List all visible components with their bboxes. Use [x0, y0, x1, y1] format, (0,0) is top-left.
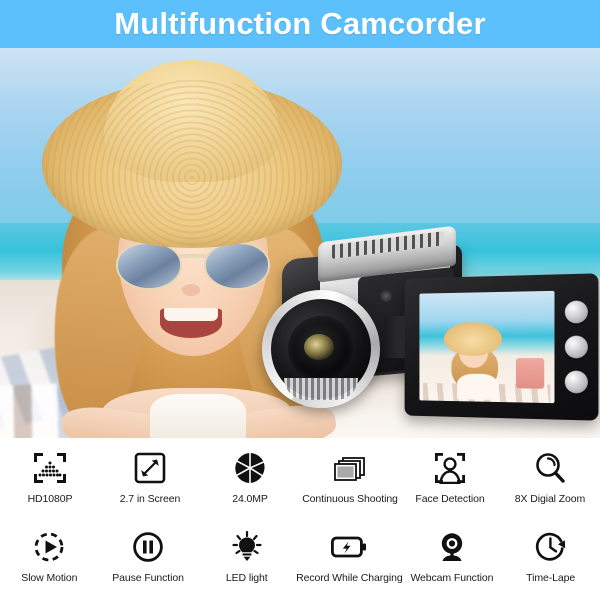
feature-slow-motion: Slow Motion: [0, 519, 99, 599]
white-top: [150, 394, 246, 438]
feature-led-light: LED light: [197, 519, 296, 599]
feature-continuous-shooting: Continuous Shooting: [300, 438, 400, 519]
sunglasses-right-lens: [204, 242, 270, 290]
lcd-display-image: [419, 290, 555, 404]
camcorder-button-1[interactable]: [564, 300, 588, 324]
feature-label: Pause Function: [112, 572, 184, 584]
pause-circle-icon: [128, 527, 168, 567]
feature-row-1: HD1080P 2.7 in Screen 24.0MP Continuous …: [0, 438, 600, 519]
camcorder-product: [262, 225, 600, 438]
page-title: Multifunction Camcorder: [114, 6, 486, 41]
feature-label: Time-Lape: [526, 572, 576, 584]
feature-label: HD1080P: [27, 493, 73, 505]
battery-charging-icon: [329, 527, 369, 567]
feature-webcam-function: Webcam Function: [403, 519, 502, 599]
burst-photos-icon: [330, 448, 370, 488]
feature-pause-function: Pause Function: [99, 519, 198, 599]
sunglasses-left-lens: [116, 242, 182, 290]
feature-record-while-charging: Record While Charging: [296, 519, 403, 599]
camcorder-button-3[interactable]: [564, 370, 588, 394]
feature-label: Webcam Function: [410, 572, 494, 584]
feature-label: Face Detection: [415, 493, 485, 505]
sunglasses-bridge: [180, 254, 206, 258]
header-banner: Multifunction Camcorder: [0, 0, 600, 48]
camcorder-lens-flare: [304, 334, 334, 360]
magnifier-zoom-icon: [530, 448, 570, 488]
feature-label: Continuous Shooting: [302, 493, 398, 505]
lightbulb-icon: [227, 527, 267, 567]
camcorder-lens-grip: [284, 378, 358, 400]
feature-hd1080p: HD1080P: [0, 438, 100, 519]
hd-resolution-icon: [30, 448, 70, 488]
teeth: [164, 308, 218, 321]
feature-megapixels: 24.0MP: [200, 438, 300, 519]
feature-label: Slow Motion: [21, 572, 78, 584]
screen-size-icon: [130, 448, 170, 488]
feature-time-lapse: Time-Lape: [501, 519, 600, 599]
camcorder-button-2[interactable]: [564, 335, 588, 359]
time-lapse-clock-icon: [531, 527, 571, 567]
feature-label: Record While Charging: [296, 572, 403, 584]
lcd-girl-hat: [443, 321, 502, 357]
lcd-girl-body: [457, 373, 498, 400]
feature-list: HD1080P 2.7 in Screen 24.0MP Continuous …: [0, 438, 600, 600]
feature-face-detection: Face Detection: [400, 438, 500, 519]
lcd-sandcastle: [515, 358, 545, 389]
feature-digital-zoom: 8X Digial Zoom: [500, 438, 600, 519]
hero-photo: [0, 48, 600, 438]
webcam-icon: [432, 527, 472, 567]
face-detection-icon: [430, 448, 470, 488]
feature-label: 2.7 in Screen: [119, 493, 181, 505]
smiling-mouth: [160, 308, 222, 338]
straw-hat-texture: [42, 80, 342, 248]
feature-label: 24.0MP: [232, 493, 268, 505]
feature-label: 8X Digial Zoom: [514, 493, 586, 505]
product-feature-graphic: Multifunction Camcorder HD1080P 2.7 in S…: [0, 0, 600, 600]
slow-motion-play-icon: [29, 527, 69, 567]
feature-label: LED light: [225, 572, 268, 584]
camcorder-microphone: [380, 290, 392, 302]
camcorder-lcd-screen: [404, 273, 599, 421]
feature-screen-size: 2.7 in Screen: [100, 438, 200, 519]
feature-row-2: Slow Motion Pause Function LED light Rec…: [0, 519, 600, 599]
aperture-icon: [230, 448, 270, 488]
